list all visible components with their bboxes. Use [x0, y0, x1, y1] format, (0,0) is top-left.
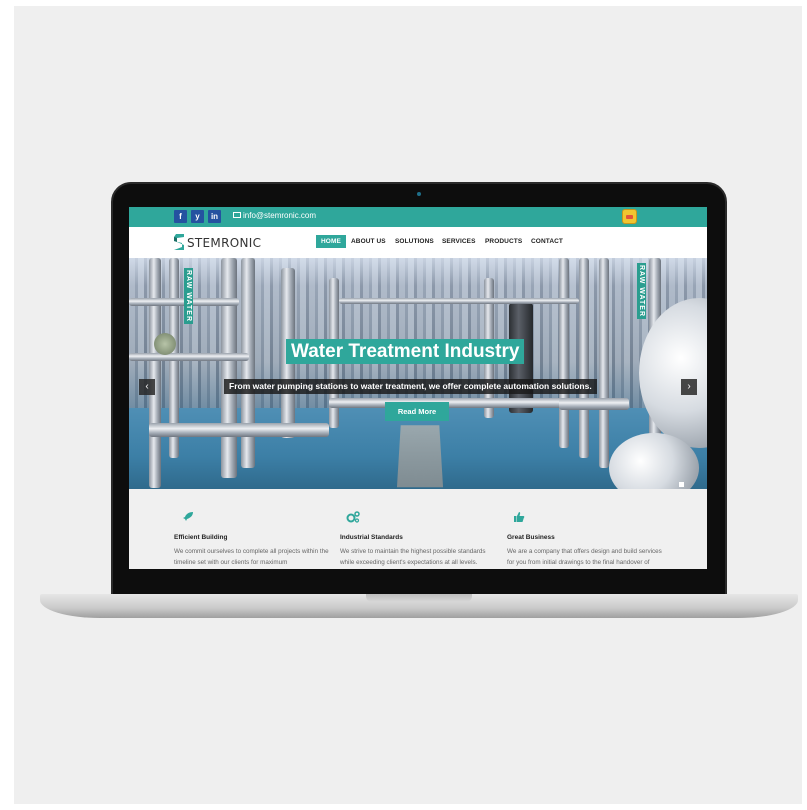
top-bar: f y in info@stemronic.com: [129, 207, 707, 227]
hero-hpipe: [329, 398, 589, 408]
camera-dot: [417, 192, 421, 196]
facebook-icon[interactable]: f: [174, 210, 187, 223]
hero-hpipe: [149, 423, 329, 437]
feature-text: We commit ourselves to complete all proj…: [174, 548, 329, 566]
nav-services[interactable]: SERVICES: [442, 238, 476, 245]
hero-title: Water Treatment Industry: [286, 339, 525, 364]
slider-dot[interactable]: [679, 482, 684, 487]
twitter-icon[interactable]: y: [191, 210, 204, 223]
hero-slider: RAW WATER RAW WATER Water Treatment Indu…: [129, 258, 707, 489]
hero-pipe: [599, 258, 609, 468]
linkedin-icon[interactable]: in: [208, 210, 221, 223]
read-more-button[interactable]: Read More: [385, 402, 449, 421]
hero-hpipe: [339, 298, 579, 304]
hero-subtitle: From water pumping stations to water tre…: [224, 379, 597, 394]
rocket-icon: [182, 511, 194, 526]
hero-pipe: [221, 258, 237, 478]
logo-text[interactable]: STEMRONIC: [187, 236, 261, 250]
raw-water-sign: RAW WATER: [184, 268, 193, 325]
envelope-icon: [233, 212, 241, 218]
navbar: STEMRONIC HOME ABOUT US SOLUTIONS SERVIC…: [129, 227, 707, 258]
hero-hpipe: [129, 353, 249, 361]
email-text: info@stemronic.com: [243, 211, 317, 220]
badge-icon[interactable]: [622, 209, 637, 224]
chevron-left-icon[interactable]: ‹: [139, 379, 155, 395]
feature-title: Industrial Standards: [340, 534, 403, 541]
nav-about-us[interactable]: ABOUT US: [351, 238, 386, 245]
feature-text: We are a company that offers design and …: [507, 548, 662, 566]
laptop-notch: [366, 594, 472, 602]
nav-solutions[interactable]: SOLUTIONS: [395, 238, 434, 245]
nav-home[interactable]: HOME: [316, 235, 346, 248]
feature-text: We strive to maintain the highest possib…: [340, 548, 486, 566]
hero-pipe: [559, 258, 569, 448]
thumbs-up-icon: [513, 511, 525, 526]
features-section: Efficient Building We commit ourselves t…: [129, 489, 707, 569]
nav-products[interactable]: PRODUCTS: [485, 238, 522, 245]
email-link[interactable]: info@stemronic.com: [233, 211, 316, 220]
hero-valve: [154, 333, 176, 355]
hero-hpipe: [559, 398, 629, 410]
chevron-right-icon[interactable]: ›: [681, 379, 697, 395]
raw-water-sign: RAW WATER: [637, 263, 646, 320]
feature-title: Efficient Building: [174, 534, 228, 541]
laptop-screen: f y in info@stemronic.com STEMRONIC HOME…: [129, 207, 707, 569]
feature-title: Great Business: [507, 534, 555, 541]
gears-icon: [346, 511, 360, 526]
hero-pipe: [579, 258, 589, 458]
hero-walkway: [396, 425, 444, 488]
logo-icon[interactable]: [173, 232, 185, 252]
hero-pipe: [149, 258, 161, 488]
nav-contact[interactable]: CONTACT: [531, 238, 563, 245]
